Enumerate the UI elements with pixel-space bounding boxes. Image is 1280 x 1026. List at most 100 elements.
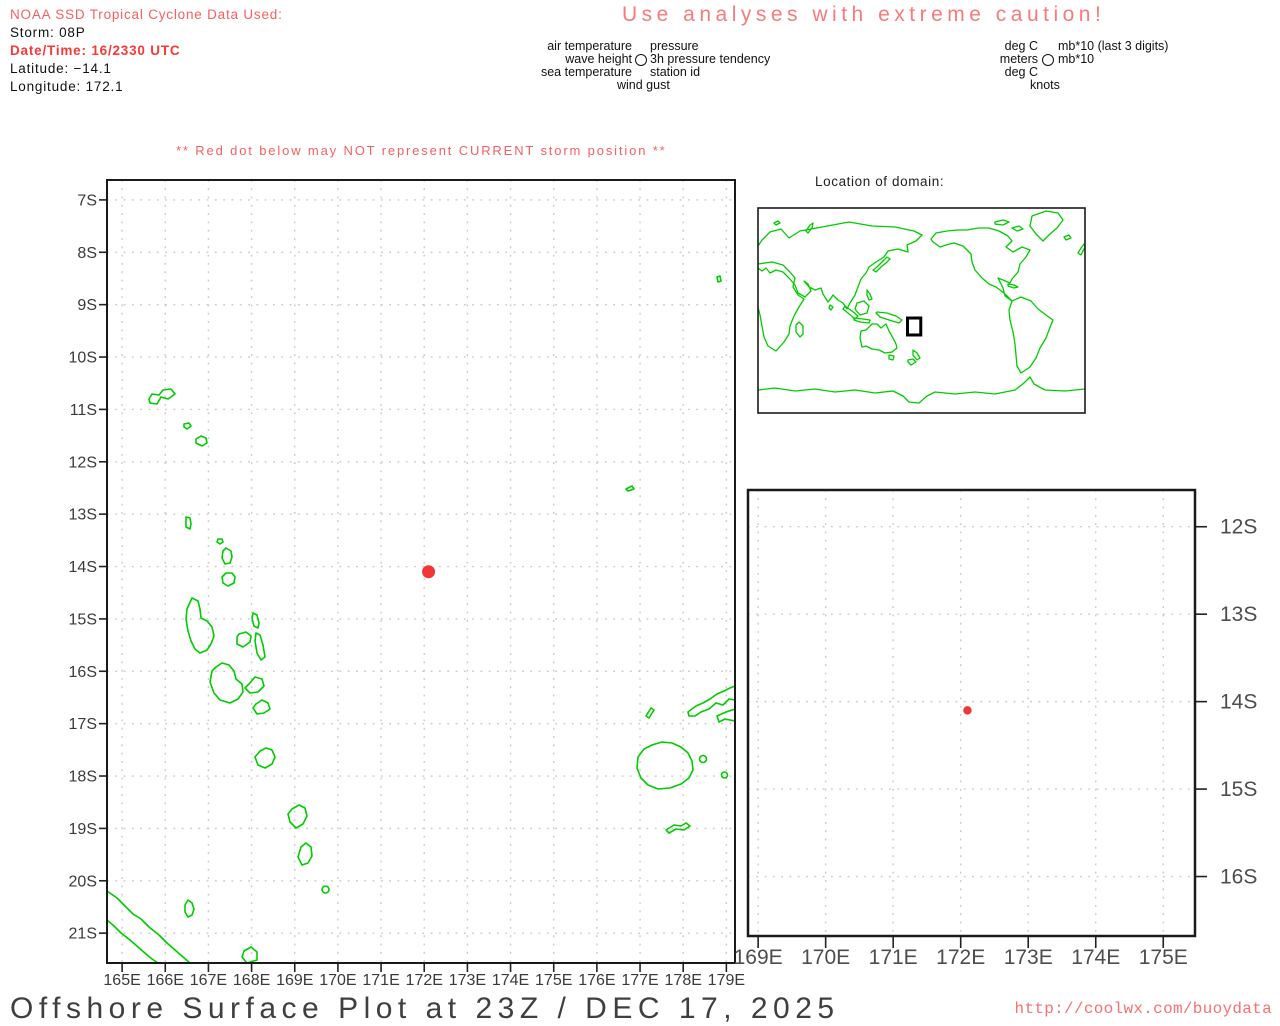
header-datetime-line: Date/Time: 16/2330 UTC — [10, 43, 181, 58]
coastline-iceland — [1063, 234, 1072, 241]
storm-position-dot — [422, 565, 436, 579]
coastline-british-isles — [1077, 243, 1085, 256]
legend-row: sea temperature station id — [450, 66, 770, 79]
coastline-java — [853, 317, 871, 324]
units-wind-gust: knots — [1030, 78, 1060, 92]
coastline-arctic-islands — [994, 219, 1010, 226]
legend-wind-gust: wind gust — [617, 78, 670, 92]
y-tick-label: 16S — [69, 664, 97, 681]
coastline-island — [287, 804, 308, 829]
header-storm-line: Storm: 08P — [10, 25, 86, 40]
x-tick-label: 175E — [1139, 946, 1188, 969]
x-tick-label: 171E — [869, 946, 918, 969]
x-tick-label: 168E — [233, 972, 270, 989]
y-tick-label: 11S — [70, 402, 97, 419]
buoy-plot-page: { "header": { "source": "NOAA SSD Tropic… — [0, 0, 1280, 1025]
y-tick-label: 14S — [69, 559, 97, 576]
coastline-new-zealand — [907, 358, 917, 366]
storm-position-dot-zoom — [963, 706, 972, 715]
coastline-arctic-islands — [1011, 225, 1024, 232]
coastline-rotuma — [625, 485, 635, 492]
legend-row: wind gust — [450, 79, 770, 92]
coastline-borneo — [854, 300, 870, 316]
x-tick-label: 174E — [492, 972, 529, 989]
x-tick-label: 173E — [449, 972, 486, 989]
coastline-kadavu — [665, 822, 691, 834]
main-map: 165E 166E 167E 168E 169E 170E 171E 172E 173E 174E… — [69, 179, 745, 989]
coastline-africa — [758, 261, 805, 352]
x-tick-label: 173E — [1004, 946, 1053, 969]
coastline-south-america — [1008, 296, 1054, 374]
coastline-viti-levu — [636, 741, 694, 790]
x-tick-label: 169E — [276, 972, 313, 989]
coastline-island — [184, 899, 195, 918]
x-tick-label: 179E — [708, 972, 745, 989]
coastline-island — [252, 699, 271, 715]
x-tick-label: 170E — [319, 972, 356, 989]
coastline-madagascar — [795, 321, 804, 338]
y-tick-label: 18S — [69, 769, 97, 786]
coastline-tasmania — [888, 354, 895, 361]
world-inset-map — [757, 207, 1086, 414]
x-tick-label: 172E — [406, 972, 443, 989]
coastline-efate — [254, 747, 276, 769]
coastline-sri-lanka — [828, 304, 834, 311]
y-tick-label: 20S — [69, 873, 97, 890]
x-tick-label: 170E — [801, 946, 850, 969]
storm-position-warning: ** Red dot below may NOT represent CURRE… — [176, 143, 667, 158]
coastline-island — [251, 612, 260, 629]
y-tick-label: 15S — [69, 611, 97, 628]
y-tick-label: 9S — [77, 297, 97, 314]
coastline-malakula — [209, 662, 244, 704]
coastlines-world — [758, 210, 1085, 404]
coastline-new-zealand — [912, 349, 921, 361]
coastline-island — [244, 676, 265, 694]
y-tick-label: 12S — [1220, 516, 1257, 539]
y-tick-label: 10S — [69, 350, 97, 367]
caution-banner: Use analyses with extreme caution! — [622, 3, 1106, 26]
header-latitude-line: Latitude: −14.1 — [10, 61, 112, 76]
coastline-north-america — [930, 227, 1031, 302]
y-tick-label: 17S — [69, 716, 97, 733]
x-tick-label: 167E — [190, 972, 227, 989]
coastline-novaya-zemlya — [805, 222, 814, 234]
x-tick-label: 178E — [665, 972, 702, 989]
x-tick-label: 177E — [621, 972, 658, 989]
coastline-island — [221, 572, 236, 587]
x-tick-label: 169E — [734, 946, 783, 969]
x-tick-label: 166E — [147, 972, 184, 989]
plot-title: Offshore Surface Plot at 23Z / DEC 17, 2… — [10, 992, 840, 1025]
zoom-map-gridlines — [748, 490, 1195, 936]
coastline-island — [698, 754, 708, 764]
coastline-island — [645, 707, 655, 719]
coastline-philippines — [866, 289, 873, 301]
station-circle-icon — [635, 53, 647, 66]
coastline-svalbard — [773, 220, 781, 226]
coastline-new-guinea — [875, 311, 903, 324]
coastline-solomons — [107, 919, 159, 963]
coastline-island — [185, 516, 192, 530]
y-tick-label: 13S — [1220, 603, 1257, 626]
x-tick-label: 172E — [936, 946, 985, 969]
y-tick-label: 21S — [69, 926, 97, 943]
buoydata-link[interactable]: http://coolwx.com/buoydata — [1015, 1000, 1272, 1018]
units-pressure-tendency: mb*10 — [1058, 52, 1095, 66]
coastline-island — [216, 538, 224, 545]
y-tick-label: 7S — [77, 192, 97, 209]
main-map-gridlines — [107, 180, 735, 963]
y-tick-label: 13S — [69, 507, 97, 524]
domain-marker-box — [906, 316, 923, 337]
coastline-espiritu-santo — [185, 597, 215, 654]
x-tick-label: 176E — [578, 972, 615, 989]
y-tick-label: 12S — [69, 454, 97, 471]
coastline-island — [297, 842, 313, 866]
coastline-island — [241, 946, 258, 963]
header-longitude-line: Longitude: 172.1 — [10, 79, 124, 94]
coastline-solomons — [107, 890, 191, 963]
y-tick-label: 14S — [1220, 691, 1257, 714]
coastline-island — [195, 435, 208, 447]
y-tick-label: 16S — [1220, 866, 1257, 889]
coastline-island — [236, 631, 252, 648]
units-legend: deg C mb*10 (last 3 digits) meters mb*10… — [985, 40, 1169, 92]
legend-row: knots — [985, 79, 1168, 92]
